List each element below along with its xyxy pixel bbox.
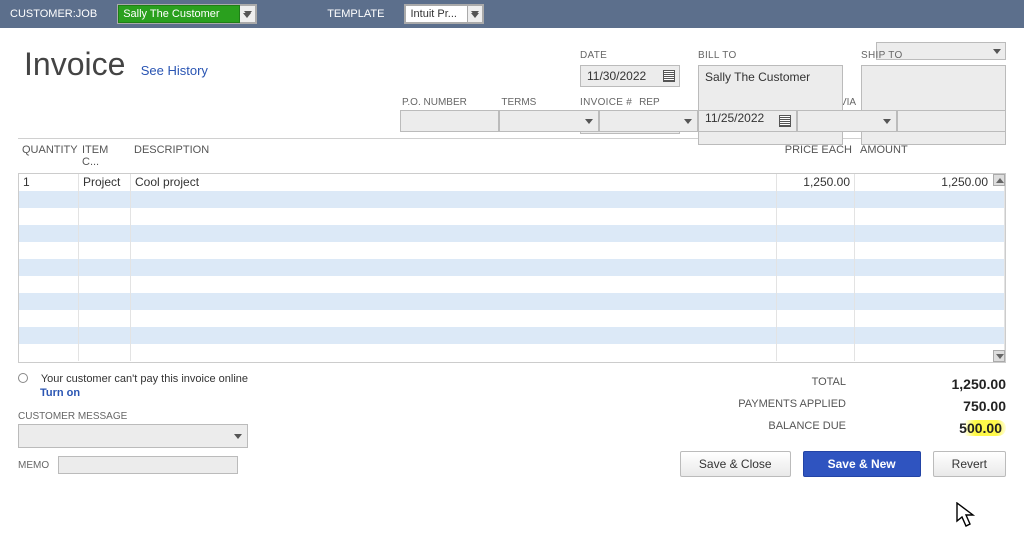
table-row[interactable]	[19, 242, 1005, 259]
billto-label: BILL TO	[698, 50, 843, 61]
table-row[interactable]	[19, 293, 1005, 310]
balance-due-label: BALANCE DUE	[696, 420, 846, 436]
cursor-icon	[956, 502, 976, 528]
customer-job-label: CUSTOMER:JOB	[10, 8, 97, 20]
template-select[interactable]: Intuit Pr...	[404, 4, 484, 24]
cell-price[interactable]: 1,250.00	[777, 174, 855, 191]
customer-job-select[interactable]: Sally The Customer	[117, 4, 257, 24]
line-items-table: QUANTITY ITEM C... DESCRIPTION PRICE EAC…	[18, 138, 1006, 363]
cell-amount[interactable]: 1,250.00	[855, 174, 1005, 191]
memo-label: MEMO	[18, 460, 49, 471]
chevron-down-icon	[467, 5, 483, 23]
table-row[interactable]	[19, 276, 1005, 293]
invoice-header: Invoice See History DATE 11/30/2022 INVO…	[0, 28, 1024, 87]
via-select[interactable]	[797, 110, 896, 132]
status-bullet-icon	[18, 373, 28, 383]
action-buttons: Save & Close Save & New Revert	[680, 451, 1006, 477]
po-number-input[interactable]	[400, 110, 499, 132]
totals-block: TOTAL 1,250.00 PAYMENTS APPLIED 750.00 B…	[680, 373, 1006, 439]
save-close-button[interactable]: Save & Close	[680, 451, 791, 477]
date-value: 11/30/2022	[587, 69, 646, 83]
shipto-label: SHIP TO	[861, 50, 1006, 61]
top-bar: CUSTOMER:JOB Sally The Customer TEMPLATE…	[0, 0, 1024, 28]
table-row[interactable]	[19, 344, 1005, 361]
shipto-textarea[interactable]	[861, 65, 1006, 145]
rep-select[interactable]	[599, 110, 698, 132]
total-label: TOTAL	[696, 376, 846, 392]
cell-qty[interactable]: 1	[19, 174, 79, 191]
billto-textarea[interactable]: Sally The Customer	[698, 65, 843, 145]
calendar-icon	[779, 115, 791, 127]
total-value: 1,250.00	[906, 376, 1006, 392]
payments-applied-value: 750.00	[906, 398, 1006, 414]
billto-value: Sally The Customer	[705, 70, 810, 84]
table-row[interactable]	[19, 259, 1005, 276]
chevron-down-icon	[240, 5, 256, 23]
online-payment-message: Your customer can't pay this invoice onl…	[41, 373, 248, 385]
template-value: Intuit Pr...	[405, 5, 467, 23]
date-input[interactable]: 11/30/2022	[580, 65, 680, 87]
revert-button[interactable]: Revert	[933, 451, 1006, 477]
scroll-down-icon[interactable]	[993, 350, 1005, 362]
col-amount: AMOUNT	[856, 142, 1006, 170]
table-row[interactable]	[19, 225, 1005, 242]
col-description: DESCRIPTION	[130, 142, 778, 170]
date-label: DATE	[580, 50, 680, 61]
payments-applied-label: PAYMENTS APPLIED	[696, 398, 846, 414]
cell-item[interactable]: Project	[79, 174, 131, 191]
save-new-button[interactable]: Save & New	[803, 451, 921, 477]
customer-message-select[interactable]	[18, 424, 248, 448]
table-row[interactable]: 1 Project Cool project 1,250.00 1,250.00	[19, 174, 1005, 191]
table-row[interactable]	[19, 327, 1005, 344]
memo-input[interactable]	[58, 456, 238, 474]
ship-date-input[interactable]: 11/25/2022	[698, 110, 797, 132]
ship-date-value: 11/25/2022	[699, 108, 770, 128]
invoice-footer: Your customer can't pay this invoice onl…	[18, 373, 1006, 477]
turn-on-link[interactable]: Turn on	[40, 387, 248, 399]
scroll-up-icon[interactable]	[993, 174, 1005, 186]
customer-job-value: Sally The Customer	[118, 5, 240, 23]
table-row[interactable]	[19, 191, 1005, 208]
cell-desc[interactable]: Cool project	[131, 174, 777, 191]
balance-due-value: 500.00	[906, 420, 1006, 436]
invoice-number-label: INVOICE #	[580, 97, 680, 108]
template-label: TEMPLATE	[327, 8, 384, 20]
fob-input[interactable]	[897, 110, 1006, 132]
customer-message-label: CUSTOMER MESSAGE	[18, 411, 248, 422]
table-body[interactable]: 1 Project Cool project 1,250.00 1,250.00	[18, 173, 1006, 363]
col-item-code: ITEM C...	[78, 142, 130, 170]
terms-select[interactable]	[499, 110, 598, 132]
col-quantity: QUANTITY	[18, 142, 78, 170]
calendar-icon	[663, 70, 675, 82]
col-price-each: PRICE EACH	[778, 142, 856, 170]
po-number-label: P.O. NUMBER	[400, 97, 499, 108]
page-title: Invoice	[24, 46, 125, 83]
see-history-link[interactable]: See History	[141, 63, 208, 78]
table-row[interactable]	[19, 310, 1005, 327]
table-row[interactable]	[19, 208, 1005, 225]
